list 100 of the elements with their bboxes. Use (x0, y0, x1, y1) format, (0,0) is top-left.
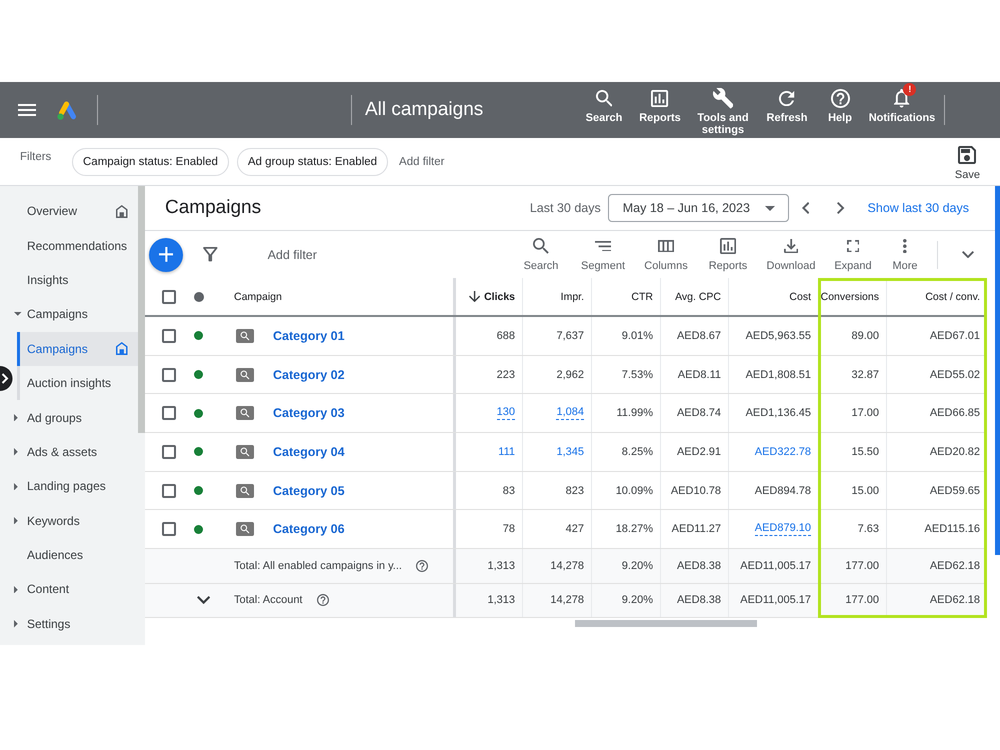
row-checkbox[interactable] (162, 406, 176, 420)
search-button[interactable]: Search (576, 82, 632, 126)
metric-value: AED1,136.45 (746, 407, 811, 420)
row-checkbox[interactable] (162, 328, 176, 343)
campaign-link[interactable]: Category 02 (273, 368, 345, 382)
sidebar-item[interactable]: Overview (0, 194, 138, 228)
caret-right-icon (14, 620, 18, 628)
column-header[interactable]: Cost (789, 290, 811, 302)
expand-button[interactable]: Expand (823, 238, 883, 272)
campaign-link[interactable]: Category 05 (273, 484, 345, 498)
metric-link[interactable]: 130 (496, 406, 515, 420)
row-checkbox[interactable] (162, 444, 176, 459)
arrow-down-icon (468, 290, 480, 302)
filter-icon[interactable] (203, 247, 218, 262)
sidebar-item[interactable]: Keywords (0, 504, 138, 538)
metric-value: AED8.11 (678, 368, 721, 381)
more-button[interactable]: More (883, 238, 927, 272)
date-range-dropdown[interactable]: May 18 – Jun 16, 2023 (608, 194, 789, 222)
metric-link[interactable]: 1,345 (556, 446, 584, 458)
metric-link[interactable]: 1,084 (556, 406, 584, 420)
sidebar-item[interactable]: Audiences (0, 538, 138, 572)
refresh-button[interactable]: Refresh (758, 82, 816, 126)
metric-link[interactable]: AED322.78 (754, 446, 811, 458)
vertical-scrollbar[interactable] (995, 186, 1000, 555)
add-filter-button[interactable]: Add filter (268, 248, 317, 262)
metric-value: AED115.16 (924, 523, 980, 536)
chevron-down-icon[interactable] (962, 250, 974, 258)
download-button[interactable]: Download (759, 238, 823, 272)
metric-value: 14,278 (550, 560, 584, 572)
sidebar-item[interactable]: Content (0, 572, 138, 607)
sidebar-item[interactable]: Landing pages (0, 469, 138, 504)
column-header[interactable]: Campaign (234, 290, 282, 302)
reports-button[interactable]: Reports (697, 238, 759, 272)
period-label: Last 30 days (530, 201, 601, 215)
page-title: All campaigns (365, 99, 484, 121)
metric-value: AED11,005.17 (740, 594, 811, 606)
sidebar-item[interactable]: Campaigns (0, 297, 138, 332)
help-icon[interactable] (316, 594, 328, 606)
sidebar-scrollbar[interactable] (138, 186, 145, 433)
sidebar-toggle-button[interactable] (0, 366, 13, 391)
campaign-link[interactable]: Category 03 (273, 406, 345, 420)
metric-value: 8.25% (622, 446, 653, 458)
horizontal-scrollbar[interactable] (575, 620, 757, 628)
segment-button[interactable]: Segment (571, 238, 635, 272)
expand-icon (846, 240, 860, 252)
sidebar-item[interactable]: Ad groups (0, 400, 138, 435)
metric-value: AED10.78 (670, 484, 721, 497)
add-filter-button[interactable]: Add filter (399, 156, 444, 168)
column-header[interactable]: CTR (631, 290, 653, 302)
reports-button[interactable]: Reports (632, 82, 688, 126)
campaign-link[interactable]: Category 04 (273, 444, 345, 459)
help-button[interactable]: Help (816, 82, 864, 126)
metric-value: AED62.18 (930, 560, 980, 572)
row-checkbox[interactable] (162, 484, 176, 498)
metric-value: AED66.85 (930, 407, 980, 420)
sidebar-item[interactable]: Ads & assets (0, 434, 138, 470)
metric-value: 7,637 (556, 330, 584, 342)
column-header[interactable]: Avg. CPC (675, 290, 721, 302)
metric-value: 9.01% (622, 330, 653, 342)
sidebar-item[interactable]: Campaigns (17, 332, 138, 366)
row-checkbox[interactable] (162, 368, 176, 382)
search-button[interactable]: Search (511, 238, 571, 272)
metric-link[interactable]: AED879.10 (754, 522, 811, 536)
metric-value: 14,278 (550, 594, 584, 606)
metric-value: 823 (566, 484, 584, 497)
metric-value: 18.27% (616, 523, 653, 536)
metric-value: AED20.82 (930, 446, 980, 458)
add-button[interactable] (149, 238, 183, 272)
dropdown-caret-icon (764, 206, 775, 210)
sidebar-item[interactable]: Settings (0, 606, 138, 642)
chevron-right-icon[interactable] (837, 202, 845, 214)
sidebar-item[interactable]: Recommendations (0, 228, 138, 263)
select-all-checkbox[interactable] (162, 290, 176, 304)
chevron-left-icon[interactable] (802, 202, 810, 214)
metric-link[interactable]: 111 (498, 446, 515, 458)
filter-chip[interactable]: Ad group status: Enabled (236, 148, 388, 176)
columns-button[interactable]: Columns (635, 238, 697, 272)
tools-button[interactable]: Tools and settings (688, 82, 758, 138)
alert-badge: ! (903, 83, 916, 96)
campaign-link[interactable]: Category 06 (273, 522, 345, 536)
filter-chip[interactable]: Campaign status: Enabled (72, 148, 229, 176)
logo-icon[interactable] (57, 100, 77, 120)
row-checkbox[interactable] (162, 522, 176, 536)
save-button[interactable]: Save (954, 146, 980, 181)
menu-icon[interactable] (18, 104, 36, 116)
notifications-button[interactable]: ! Notifications (864, 82, 940, 126)
chevron-down-icon[interactable] (197, 596, 210, 604)
section-title: Campaigns (165, 197, 262, 219)
search-icon (596, 90, 612, 107)
column-header[interactable]: Impr. (560, 290, 584, 302)
sidebar-item[interactable]: Insights (0, 262, 138, 298)
metric-value: 83 (502, 484, 515, 497)
column-header[interactable]: Clicks (468, 290, 515, 302)
metric-value: AED11,005.17 (740, 560, 811, 572)
column-header[interactable]: Conversions (820, 290, 879, 302)
help-icon[interactable] (416, 560, 428, 572)
show-last-30-days-link[interactable]: Show last 30 days (868, 201, 969, 215)
column-header[interactable]: Cost / conv. (925, 290, 980, 302)
search-icon (533, 238, 549, 254)
campaign-link[interactable]: Category 01 (273, 328, 345, 343)
